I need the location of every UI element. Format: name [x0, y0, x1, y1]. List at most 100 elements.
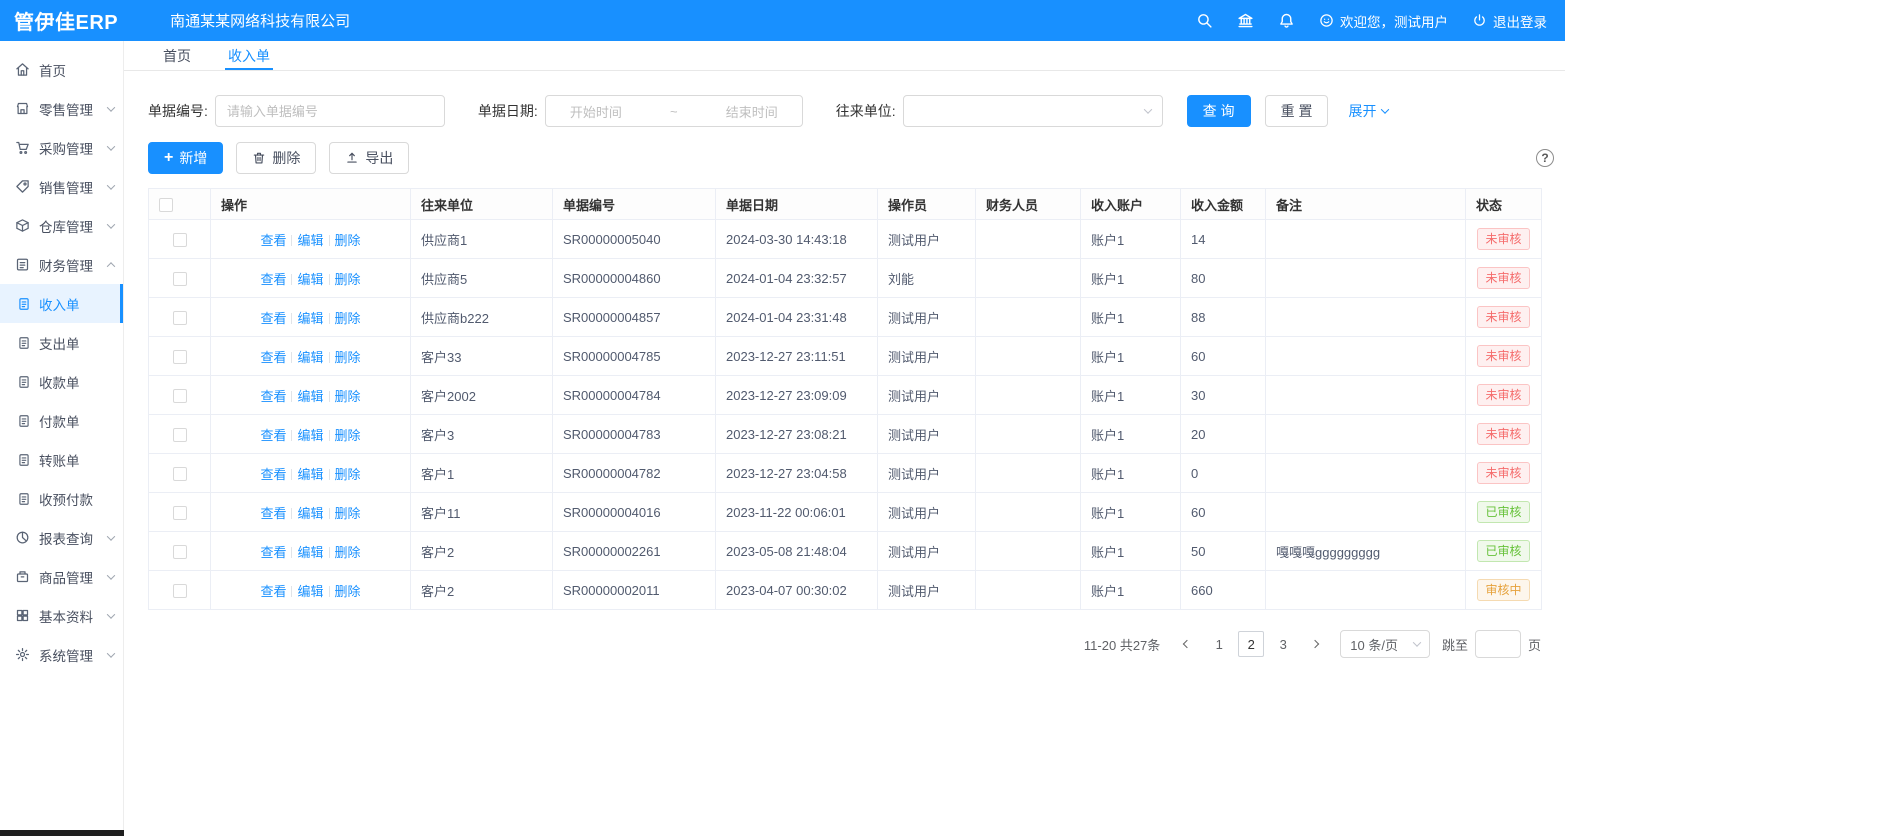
row-checkbox[interactable] [173, 350, 187, 364]
page-size-select[interactable]: 10 条/页 [1340, 630, 1430, 658]
edit-link[interactable]: 编辑 [297, 389, 323, 404]
delete-link[interactable]: 删除 [335, 506, 361, 521]
table-row: 查看编辑删除客户1SR000000047822023-12-27 23:04:5… [149, 454, 1542, 493]
date-range-input[interactable]: 开始时间 ~ 结束时间 [545, 95, 803, 127]
bell-icon[interactable] [1278, 12, 1295, 29]
view-link[interactable]: 查看 [260, 584, 286, 599]
reset-button[interactable]: 重 置 [1265, 95, 1329, 127]
delete-link[interactable]: 删除 [335, 428, 361, 443]
sidebar-item-首页[interactable]: 首页 [0, 50, 123, 89]
expand-link[interactable]: 展开 [1348, 101, 1388, 121]
delete-link[interactable]: 删除 [335, 272, 361, 287]
edit-link[interactable]: 编辑 [297, 350, 323, 365]
status-badge: 审核中 [1477, 579, 1529, 601]
delete-link[interactable]: 删除 [335, 467, 361, 482]
cell-partner: 客户2 [411, 532, 553, 571]
sidebar-item-基本资料[interactable]: 基本资料 [0, 596, 123, 635]
view-link[interactable]: 查看 [260, 506, 286, 521]
view-link[interactable]: 查看 [260, 389, 286, 404]
row-checkbox[interactable] [173, 545, 187, 559]
sidebar-subitem-付款单[interactable]: 付款单 [0, 401, 123, 440]
sidebar-subitem-收入单[interactable]: 收入单 [0, 284, 123, 323]
export-button[interactable]: 导出 [329, 142, 409, 174]
prev-page-button[interactable] [1174, 630, 1200, 658]
row-checkbox[interactable] [173, 467, 187, 481]
sidebar-subitem-转账单[interactable]: 转账单 [0, 440, 123, 479]
partner-select[interactable] [903, 95, 1163, 127]
edit-link[interactable]: 编辑 [297, 272, 323, 287]
sidebar-item-零售管理[interactable]: 零售管理 [0, 89, 123, 128]
edit-link[interactable]: 编辑 [297, 506, 323, 521]
view-link[interactable]: 查看 [260, 545, 286, 560]
row-checkbox[interactable] [173, 311, 187, 325]
topbar: 管伊佳ERP 南通某某网络科技有限公司 欢迎您，测试用户 退出登录 [0, 0, 1565, 41]
sidebar-item-财务管理[interactable]: 财务管理 [0, 245, 123, 284]
edit-link[interactable]: 编辑 [297, 545, 323, 560]
help-icon[interactable]: ? [1536, 149, 1554, 167]
sidebar-subitem-收款单[interactable]: 收款单 [0, 362, 123, 401]
sidebar-subitem-收预付款[interactable]: 收预付款 [0, 479, 123, 518]
delete-button[interactable]: 删除 [236, 142, 316, 174]
edit-link[interactable]: 编辑 [297, 233, 323, 248]
sidebar-item-label: 仓库管理 [39, 216, 93, 236]
date-end-placeholder[interactable]: 结束时间 [726, 102, 778, 121]
edit-link[interactable]: 编辑 [297, 467, 323, 482]
welcome-user[interactable]: 欢迎您，测试用户 [1319, 11, 1448, 31]
delete-link[interactable]: 删除 [335, 350, 361, 365]
view-link[interactable]: 查看 [260, 233, 286, 248]
delete-link[interactable]: 删除 [335, 389, 361, 404]
cell-partner: 客户1 [411, 454, 553, 493]
tab-首页[interactable]: 首页 [163, 41, 191, 70]
row-checkbox[interactable] [173, 233, 187, 247]
view-link[interactable]: 查看 [260, 272, 286, 287]
bank-icon[interactable] [1237, 12, 1254, 29]
edit-link[interactable]: 编辑 [297, 311, 323, 326]
plus-icon: + [164, 150, 173, 166]
table-header-row: 操作 往来单位 单据编号 单据日期 操作员 财务人员 收入账户 收入金额 备注 … [149, 189, 1542, 220]
delete-link[interactable]: 删除 [335, 233, 361, 248]
view-link[interactable]: 查看 [260, 428, 286, 443]
search-icon[interactable] [1196, 12, 1213, 29]
edit-link[interactable]: 编辑 [297, 584, 323, 599]
delete-link[interactable]: 删除 [335, 545, 361, 560]
sidebar-subitem-支出单[interactable]: 支出单 [0, 323, 123, 362]
page-button-3[interactable]: 3 [1270, 631, 1296, 657]
delete-link[interactable]: 删除 [335, 311, 361, 326]
row-checkbox[interactable] [173, 428, 187, 442]
bill-no-input[interactable] [215, 95, 445, 127]
cell-finance [976, 454, 1081, 493]
view-link[interactable]: 查看 [260, 311, 286, 326]
sidebar-item-销售管理[interactable]: 销售管理 [0, 167, 123, 206]
logout-button[interactable]: 退出登录 [1472, 11, 1547, 31]
select-all-checkbox[interactable] [159, 198, 173, 212]
page-button-2[interactable]: 2 [1238, 631, 1264, 657]
cell-finance [976, 337, 1081, 376]
sidebar-item-商品管理[interactable]: 商品管理 [0, 557, 123, 596]
view-link[interactable]: 查看 [260, 467, 286, 482]
table-row: 查看编辑删除客户11SR000000040162023-11-22 00:06:… [149, 493, 1542, 532]
row-checkbox[interactable] [173, 272, 187, 286]
delete-link[interactable]: 删除 [335, 584, 361, 599]
view-link[interactable]: 查看 [260, 350, 286, 365]
cell-remark [1266, 298, 1466, 337]
sidebar-item-采购管理[interactable]: 采购管理 [0, 128, 123, 167]
row-checkbox[interactable] [173, 506, 187, 520]
next-page-button[interactable] [1302, 630, 1328, 658]
jump-page-input[interactable] [1475, 630, 1521, 658]
search-button[interactable]: 查 询 [1187, 95, 1251, 127]
add-button[interactable]: + 新增 [148, 142, 223, 174]
filter-bar: 单据编号: 单据日期: 开始时间 ~ 结束时间 往来单位: 查 询 重 置 [148, 95, 1541, 127]
row-checkbox[interactable] [173, 584, 187, 598]
row-checkbox[interactable] [173, 389, 187, 403]
cell-date: 2023-12-27 23:09:09 [716, 376, 878, 415]
sidebar-item-系统管理[interactable]: 系统管理 [0, 635, 123, 674]
action-separator [329, 547, 330, 558]
edit-link[interactable]: 编辑 [297, 428, 323, 443]
tab-收入单[interactable]: 收入单 [228, 41, 270, 70]
sidebar-item-仓库管理[interactable]: 仓库管理 [0, 206, 123, 245]
cell-remark [1266, 493, 1466, 532]
date-start-placeholder[interactable]: 开始时间 [570, 102, 622, 121]
sidebar-item-报表查询[interactable]: 报表查询 [0, 518, 123, 557]
page-button-1[interactable]: 1 [1206, 631, 1232, 657]
cell-bill-no: SR00000004785 [553, 337, 716, 376]
